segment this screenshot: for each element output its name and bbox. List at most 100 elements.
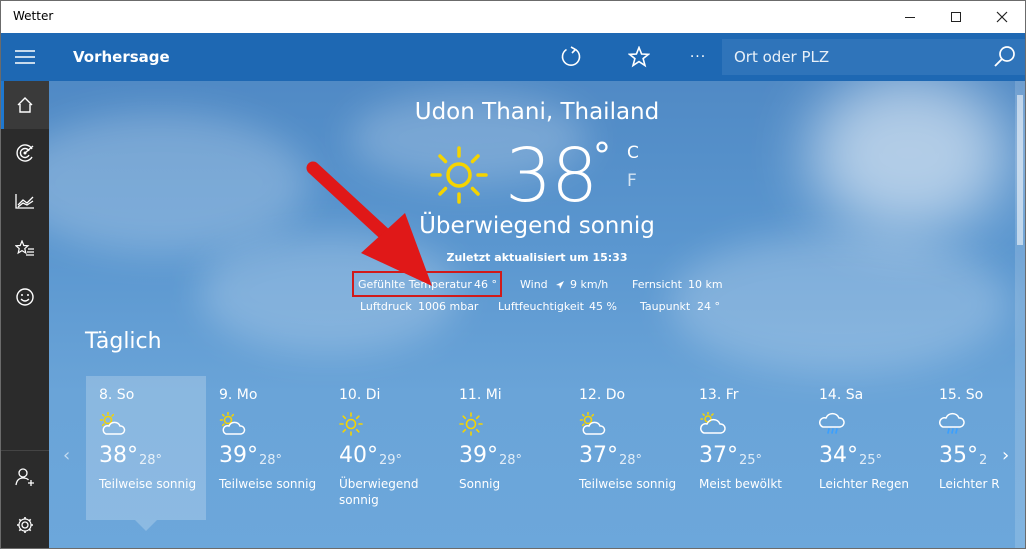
refresh-button[interactable]	[547, 33, 595, 81]
day-name: 10. Di	[339, 387, 381, 403]
app-header: Vorhersage ···	[49, 33, 1025, 81]
wind-value: 9 km/h	[570, 278, 609, 291]
daily-forecast-day[interactable]: 15. So 35° 2 Leichter R	[926, 376, 1025, 520]
hamburger-menu-icon	[15, 50, 35, 64]
refresh-icon	[561, 46, 581, 66]
unit-celsius-toggle[interactable]: C	[627, 143, 639, 163]
daily-forecast-day[interactable]: 14. Sa 34° 25° Leichter Regen	[806, 376, 926, 520]
daily-forecast-day[interactable]: 11. Mi 39° 28° Sonnig	[446, 376, 566, 520]
day-name: 8. So	[99, 387, 135, 403]
humidity-label: Luftfeuchtigkeit	[498, 300, 584, 313]
search-icon[interactable]	[993, 45, 1017, 69]
sidebar-item-favorites[interactable]	[1, 225, 49, 273]
day-high-temp: 38°	[99, 443, 138, 468]
favorites-list-icon	[15, 240, 34, 256]
partly-sunny-icon	[579, 411, 607, 436]
more-button[interactable]: ···	[674, 33, 722, 81]
sidebar-item-settings[interactable]	[1, 501, 49, 548]
location-name: Udon Thani, Thailand	[414, 99, 660, 125]
day-low-temp: 28°	[499, 453, 523, 468]
sidebar-item-account[interactable]	[1, 453, 49, 501]
daily-section-title: Täglich	[85, 329, 162, 354]
day-condition: Leichter R	[939, 477, 1000, 491]
partly-sunny-icon	[99, 411, 127, 436]
pressure-value: 1006 mbar	[418, 300, 479, 313]
day-low-temp: 25°	[739, 453, 763, 468]
home-icon	[17, 97, 33, 113]
sidebar-divider	[1, 450, 49, 451]
daily-forecast-day[interactable]: 13. Fr 37° 25° Meist bewölkt	[686, 376, 806, 520]
day-condition: Teilweise sonnig	[579, 477, 677, 491]
day-high-temp: 37°	[699, 443, 738, 468]
mostly-cloudy-icon	[699, 411, 727, 436]
day-high-temp: 37°	[579, 443, 618, 468]
location-search-box[interactable]	[722, 39, 1025, 75]
day-low-temp: 29°	[379, 453, 403, 468]
last-updated: Zuletzt aktualisiert um 15:33	[446, 251, 628, 264]
day-high-temp: 39°	[459, 443, 498, 468]
title-bar[interactable]: Wetter	[1, 1, 1025, 33]
add-favorite-button[interactable]	[615, 33, 663, 81]
background-sun-glow	[809, 73, 1009, 233]
minimize-button[interactable]	[887, 1, 933, 33]
window-title: Wetter	[13, 9, 54, 23]
day-condition: Leichter Regen	[819, 477, 910, 491]
radar-maps-icon	[16, 144, 34, 162]
maximize-button[interactable]	[933, 1, 979, 33]
sidebar-item-historical-weather[interactable]	[1, 177, 49, 225]
day-low-temp: 28°	[139, 453, 163, 468]
weather-app-window: Wetter Vorhersage ··· Ort oder PLZ Udon …	[0, 0, 1026, 549]
daily-forecast-day[interactable]: 10. Di 40° 29° Überwiegend sonnig	[326, 376, 446, 520]
day-name: 11. Mi	[459, 387, 502, 403]
more-icon: ···	[689, 49, 707, 65]
sidebar-item-maps[interactable]	[1, 129, 49, 177]
current-condition: Überwiegend sonnig	[419, 213, 655, 239]
day-name: 13. Fr	[699, 387, 739, 403]
light-rain-icon	[939, 412, 967, 436]
day-high-temp: 35°	[939, 443, 978, 468]
page-title: Vorhersage	[73, 48, 170, 66]
smiley-news-icon	[16, 288, 34, 306]
day-name: 12. Do	[579, 387, 626, 403]
search-input[interactable]	[722, 39, 982, 75]
wind-label: Wind	[520, 278, 548, 291]
sunny-icon	[339, 412, 367, 436]
day-condition: Sonnig	[459, 477, 501, 491]
account-icon	[15, 468, 34, 486]
visibility-label: Fernsicht	[632, 278, 682, 291]
daily-forecast-day[interactable]: 12. Do 37° 28° Teilweise sonnig	[566, 376, 686, 520]
unit-fahrenheit-toggle[interactable]: F	[627, 171, 637, 191]
daily-forecast-day[interactable]: 8. So 38° 28° Teilweise sonnig	[86, 376, 206, 520]
navigation-sidebar	[1, 33, 49, 548]
dewpoint-label: Taupunkt	[640, 300, 691, 313]
day-condition: Teilweise sonnig	[99, 477, 197, 491]
close-button[interactable]	[979, 1, 1025, 33]
sidebar-item-news[interactable]	[1, 273, 49, 321]
day-condition: Überwiegend sonnig	[339, 477, 419, 507]
hamburger-menu-button[interactable]	[1, 33, 49, 81]
day-name: 15. So	[939, 387, 984, 403]
day-high-temp: 40°	[339, 443, 378, 468]
close-icon	[996, 11, 1008, 23]
daily-prev-button[interactable]: ‹	[63, 445, 70, 466]
degree-symbol: °	[593, 136, 611, 177]
sidebar-item-forecast-home[interactable]	[1, 81, 49, 129]
day-condition: Teilweise sonnig	[219, 477, 317, 491]
day-condition: Meist bewölkt	[699, 477, 782, 491]
daily-next-button[interactable]: ›	[1002, 445, 1009, 466]
historical-weather-icon	[15, 194, 34, 209]
dewpoint-value: 24 °	[697, 300, 720, 313]
pressure-label: Luftdruck	[360, 300, 412, 313]
wind-direction-icon	[556, 281, 564, 289]
daily-forecast-day[interactable]: 9. Mo 39° 28° Teilweise sonnig	[206, 376, 326, 520]
day-low-temp: 25°	[859, 453, 883, 468]
day-name: 9. Mo	[219, 387, 258, 403]
maximize-icon	[951, 12, 961, 22]
visibility-value: 10 km	[688, 278, 723, 291]
day-high-temp: 34°	[819, 443, 858, 468]
day-name: 14. Sa	[819, 387, 864, 403]
day-low-temp: 2	[979, 453, 988, 468]
day-low-temp: 28°	[259, 453, 283, 468]
red-arrow-annotation	[306, 161, 432, 286]
sunny-icon	[459, 412, 487, 436]
